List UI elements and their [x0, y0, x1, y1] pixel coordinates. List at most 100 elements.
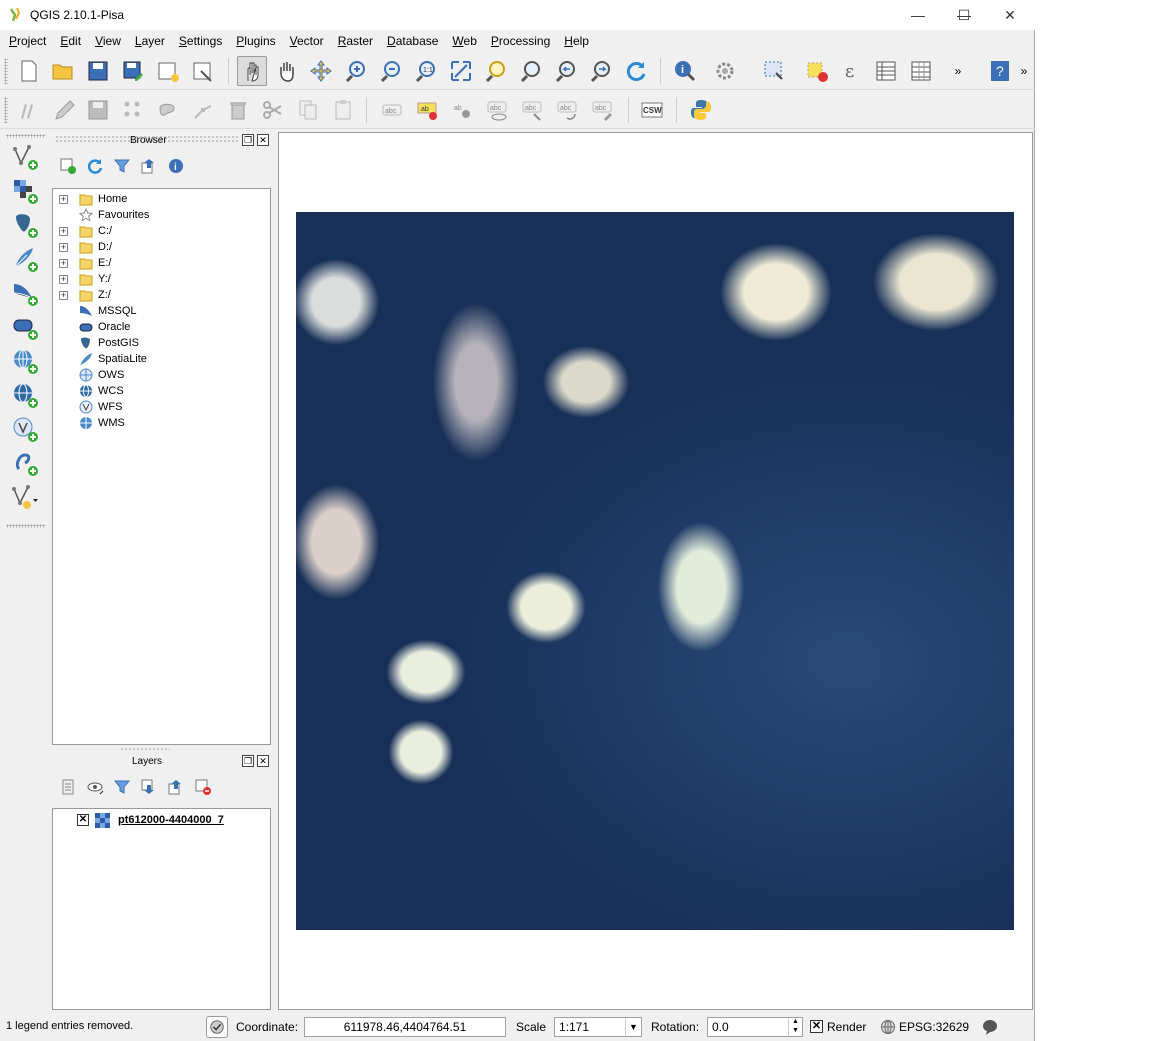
- layers-float-icon[interactable]: ❐: [242, 755, 254, 767]
- browser-item-favourites[interactable]: Favourites: [53, 207, 270, 223]
- save-edits-icon[interactable]: [83, 95, 113, 125]
- current-edits-icon[interactable]: [14, 95, 44, 125]
- vtoolbar-handle[interactable]: [6, 134, 46, 138]
- browser-item-wms[interactable]: WMS: [53, 415, 270, 431]
- menu-item[interactable]: Settings: [172, 32, 229, 52]
- browser-item-ows[interactable]: OWS: [53, 367, 270, 383]
- coordinate-field[interactable]: 611978.46,4404764.51: [304, 1017, 506, 1037]
- crs-label[interactable]: EPSG:32629: [899, 1020, 969, 1034]
- composer-manager-icon[interactable]: [188, 56, 218, 86]
- statistics-icon[interactable]: [906, 56, 936, 86]
- layers-close-icon[interactable]: ✕: [257, 755, 269, 767]
- csw-icon[interactable]: CSW: [637, 95, 667, 125]
- browser-item-oracle[interactable]: Oracle: [53, 319, 270, 335]
- rotation-spinbox[interactable]: 0.0 ▲ ▼: [707, 1017, 803, 1037]
- expand-icon[interactable]: +: [59, 258, 68, 268]
- save-project-icon[interactable]: [83, 56, 113, 86]
- toolbar-overflow-icon[interactable]: »: [948, 56, 968, 86]
- messages-icon[interactable]: [981, 1019, 999, 1035]
- browser-item-y[interactable]: + Y:/: [53, 271, 270, 287]
- menu-item[interactable]: View: [88, 32, 128, 52]
- menu-item[interactable]: Processing: [484, 32, 557, 52]
- cut-features-icon[interactable]: [258, 95, 288, 125]
- open-project-icon[interactable]: [48, 56, 78, 86]
- expand-icon[interactable]: +: [59, 242, 68, 252]
- browser-item-postgis[interactable]: PostGIS: [53, 335, 270, 351]
- zoom-actual-size-icon[interactable]: 1:1: [411, 56, 441, 86]
- browser-refresh-icon[interactable]: [84, 155, 106, 177]
- map-canvas[interactable]: [278, 132, 1033, 1010]
- close-button[interactable]: ✕: [987, 0, 1033, 30]
- toolbar-handle-2[interactable]: [4, 97, 8, 123]
- change-label-icon[interactable]: abc: [587, 95, 617, 125]
- browser-float-icon[interactable]: ❐: [242, 134, 254, 146]
- browser-item-home[interactable]: + Home: [53, 191, 270, 207]
- paste-features-icon[interactable]: [328, 95, 358, 125]
- add-feature-icon[interactable]: [118, 95, 148, 125]
- deselect-features-icon[interactable]: [802, 56, 832, 86]
- select-features-icon[interactable]: [752, 56, 796, 86]
- minimize-button-2[interactable]: —: [895, 0, 941, 30]
- identify-icon[interactable]: i: [670, 56, 700, 86]
- pan-map-icon[interactable]: [237, 56, 267, 86]
- layers-collapse-icon[interactable]: [165, 776, 187, 798]
- zoom-next-icon[interactable]: [586, 56, 616, 86]
- chevron-down-icon[interactable]: ▼: [625, 1018, 641, 1036]
- browser-add-layer-icon[interactable]: [57, 155, 79, 177]
- browser-tree[interactable]: + Home Favourites + C:/+ D:/+ E:/+ Y:/+ Z:/MSSQL…: [52, 188, 271, 745]
- menu-item[interactable]: Vector: [283, 32, 331, 52]
- menu-item[interactable]: Edit: [53, 32, 88, 52]
- expand-icon[interactable]: +: [59, 290, 68, 300]
- refresh-icon[interactable]: [621, 56, 651, 86]
- browser-properties-icon[interactable]: i: [165, 155, 187, 177]
- layers-remove-icon[interactable]: [192, 776, 214, 798]
- menu-item[interactable]: Project: [2, 32, 53, 52]
- delete-selected-icon[interactable]: [223, 95, 253, 125]
- pin-labels-icon[interactable]: ab: [412, 95, 442, 125]
- label-tool-icon[interactable]: abc: [377, 95, 407, 125]
- vtoolbar-handle-bottom[interactable]: [6, 524, 46, 528]
- browser-filter-icon[interactable]: [111, 155, 133, 177]
- add-raster-layer-icon[interactable]: [8, 176, 42, 206]
- python-console-icon[interactable]: [686, 95, 716, 125]
- layers-expand-icon[interactable]: [138, 776, 160, 798]
- rotate-label-icon[interactable]: abc: [552, 95, 582, 125]
- maximize-button[interactable]: ☐: [941, 0, 987, 30]
- add-delimited-text-layer-icon[interactable]: [8, 448, 42, 478]
- spin-up-icon[interactable]: ▲: [788, 1018, 802, 1027]
- move-feature-icon[interactable]: [153, 95, 183, 125]
- toolbar-overflow-icon-2[interactable]: »: [1015, 56, 1033, 86]
- save-as-icon[interactable]: [118, 56, 148, 86]
- layers-tree[interactable]: ✕ pt612000-4404000_7: [52, 808, 271, 1010]
- render-checkbox[interactable]: ✕: [810, 1020, 823, 1033]
- expand-icon[interactable]: +: [59, 226, 68, 236]
- help-icon[interactable]: ?: [985, 56, 1015, 86]
- new-shapefile-layer-icon[interactable]: [8, 482, 42, 512]
- menu-item[interactable]: Raster: [331, 32, 380, 52]
- browser-item-spatialite[interactable]: SpatiaLite: [53, 351, 270, 367]
- layers-visibility-icon[interactable]: [84, 776, 106, 798]
- zoom-full-icon[interactable]: [446, 56, 476, 86]
- browser-item-d[interactable]: + D:/: [53, 239, 270, 255]
- layers-filter-icon[interactable]: [111, 776, 133, 798]
- scale-combo[interactable]: 1:171 ▼: [554, 1017, 642, 1037]
- show-hide-labels-icon[interactable]: ab: [447, 95, 477, 125]
- add-wcs-layer-icon[interactable]: [8, 380, 42, 410]
- browser-item-mssql[interactable]: MSSQL: [53, 303, 270, 319]
- panel-splitter[interactable]: [120, 747, 170, 751]
- zoom-in-icon[interactable]: [341, 56, 371, 86]
- add-wfs-layer-icon[interactable]: [8, 414, 42, 444]
- zoom-to-selection-icon[interactable]: [481, 56, 511, 86]
- zoom-to-layer-icon[interactable]: [516, 56, 546, 86]
- browser-item-c[interactable]: + C:/: [53, 223, 270, 239]
- add-postgis-layer-icon[interactable]: [8, 210, 42, 240]
- new-print-composer-icon[interactable]: [153, 56, 183, 86]
- attribute-table-icon[interactable]: [871, 56, 901, 86]
- browser-collapse-icon[interactable]: [138, 155, 160, 177]
- browser-item-z[interactable]: + Z:/: [53, 287, 270, 303]
- move-label-icon[interactable]: abc: [517, 95, 547, 125]
- spin-down-icon[interactable]: ▼: [788, 1027, 802, 1036]
- browser-item-wfs[interactable]: WFS: [53, 399, 270, 415]
- toolbar-handle[interactable]: [4, 58, 8, 84]
- layer-item[interactable]: ✕ pt612000-4404000_7: [53, 811, 270, 829]
